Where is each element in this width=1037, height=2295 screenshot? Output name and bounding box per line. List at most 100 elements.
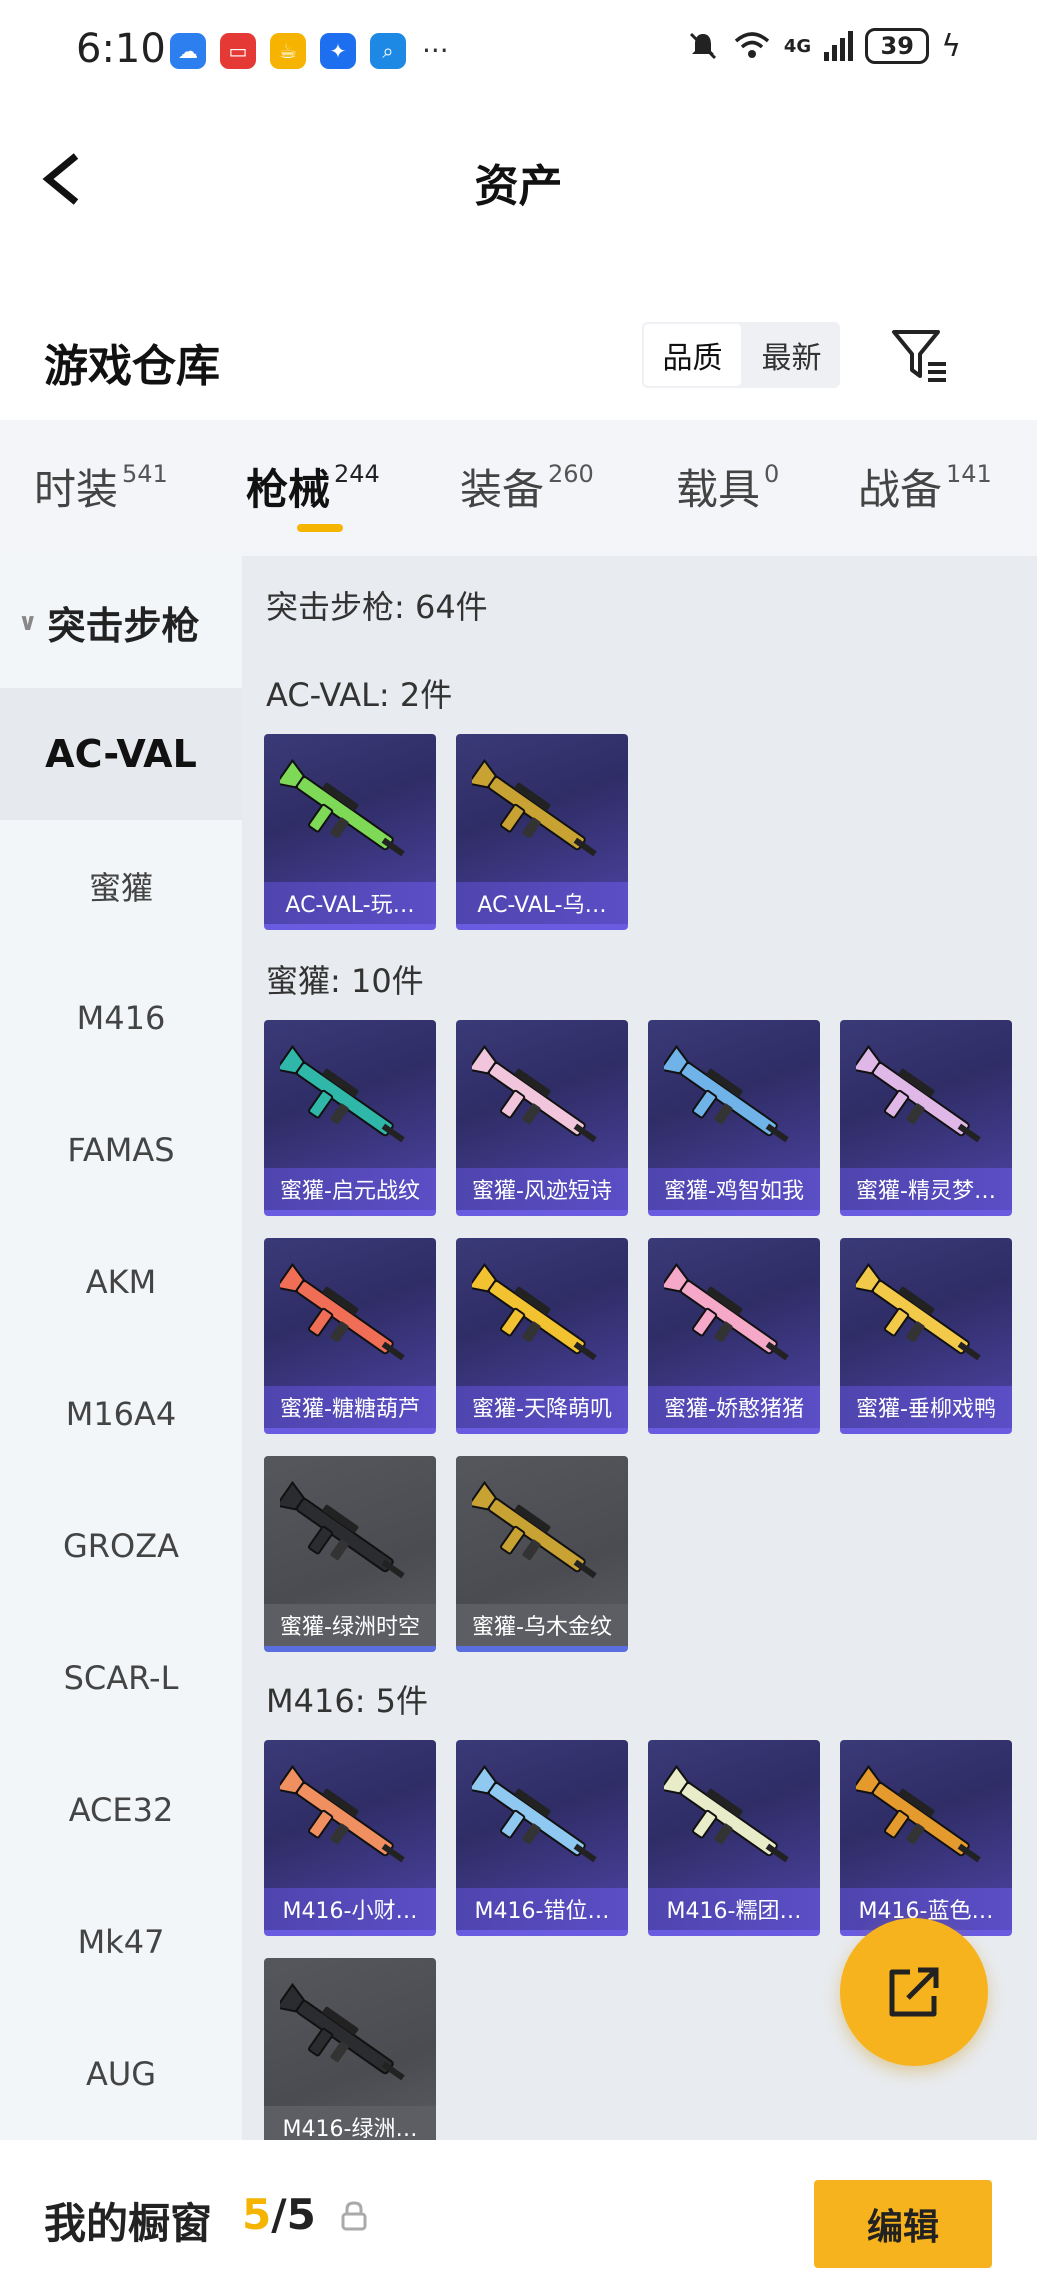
warehouse-row: 游戏仓库 品质 最新: [0, 300, 1037, 420]
tab-equipment[interactable]: 装备 260: [460, 456, 594, 517]
weapon-card-label: M416-错位…: [456, 1888, 628, 1930]
weapon-card-label: 蜜獾-精灵梦…: [840, 1168, 1012, 1210]
rifle-icon: [280, 758, 405, 857]
weapon-card-label: 蜜獾-风迹短诗: [456, 1168, 628, 1210]
weapon-card[interactable]: 蜜獾-娇憨猪猪: [648, 1238, 820, 1434]
weapon-card-label: 蜜獾-天降萌叽: [456, 1386, 628, 1428]
weapon-card[interactable]: 蜜獾-垂柳戏鸭: [840, 1238, 1012, 1434]
sidebar-item-acval[interactable]: AC-VAL: [0, 688, 242, 820]
rifle-icon: [856, 1262, 981, 1361]
app-header: 资产: [0, 100, 1037, 250]
weapon-card[interactable]: M416-蓝色…: [840, 1740, 1012, 1936]
rifle-icon: [280, 1044, 405, 1143]
weapon-card[interactable]: 蜜獾-精灵梦…: [840, 1020, 1012, 1216]
sidebar-item-akm[interactable]: AKM: [0, 1216, 242, 1348]
weapon-sidebar: ∨ 突击步枪 AC-VAL 蜜獾 M416 FAMAS AKM M16A4 GR…: [0, 556, 242, 2140]
signal-icon: [824, 31, 854, 61]
charging-icon: ϟ: [941, 28, 961, 64]
weapon-grid: 突击步枪: 64件 AC-VAL: 2件 AC-VAL-玩… AC-VAL-乌……: [242, 556, 1037, 2140]
showcase-total: /5: [271, 2190, 316, 2239]
tab-label: 载具: [676, 465, 761, 514]
tab-firearms[interactable]: 枪械 244: [246, 456, 380, 517]
sidebar-group-assault-rifles[interactable]: ∨ 突击步枪: [0, 556, 242, 688]
edit-button[interactable]: 编辑: [814, 2180, 992, 2268]
weapon-card-label: 蜜獾-启元战纹: [264, 1168, 436, 1210]
weapon-card[interactable]: M416-绿洲…: [264, 1958, 436, 2140]
status-app-icons: ☁ ▭ ☕ ✦ ⌕ ···: [170, 33, 449, 69]
weapon-card-label: 蜜獾-糖糖葫芦: [264, 1386, 436, 1428]
lock-icon: [341, 2201, 367, 2231]
weapon-card[interactable]: AC-VAL-乌…: [456, 734, 628, 930]
sidebar-item-groza[interactable]: GROZA: [0, 1480, 242, 1612]
section-label-honey-badger: 蜜獾: 10件: [266, 962, 424, 1000]
rifle-icon: [472, 1044, 597, 1143]
red-app-icon: ▭: [220, 33, 256, 69]
weapon-card-label: AC-VAL-乌…: [456, 882, 628, 924]
tab-label: 时装: [34, 465, 119, 514]
share-fab[interactable]: [840, 1918, 988, 2066]
cup-app-icon: ☕: [270, 33, 306, 69]
showcase-count: 5/5: [242, 2190, 316, 2239]
weapon-card[interactable]: 蜜獾-鸡智如我: [648, 1020, 820, 1216]
external-link-icon: [889, 1967, 939, 2017]
active-tab-indicator: [297, 524, 343, 532]
status-time: 6:10: [76, 26, 166, 72]
sidebar-item-famas[interactable]: FAMAS: [0, 1084, 242, 1216]
battery-level: 39: [880, 32, 914, 60]
rifle-icon: [280, 1982, 405, 2081]
sidebar-item-mk47[interactable]: Mk47: [0, 1876, 242, 2008]
rifle-icon: [280, 1262, 405, 1361]
sidebar-item-aug[interactable]: AUG: [0, 2008, 242, 2140]
battery-indicator: 39: [865, 28, 930, 64]
tab-label: 枪械: [246, 465, 331, 514]
showcase-current: 5: [242, 2190, 272, 2239]
bulb-app-icon: ✦: [320, 33, 356, 69]
sidebar-item-ace32[interactable]: ACE32: [0, 1744, 242, 1876]
status-indicators: 4G 39 ϟ: [686, 28, 961, 64]
weapon-card[interactable]: M416-糯团…: [648, 1740, 820, 1936]
showcase-bar: 我的橱窗 5/5 编辑: [0, 2140, 1037, 2295]
network-type: 4G: [783, 35, 812, 57]
sidebar-item-m16a4[interactable]: M16A4: [0, 1348, 242, 1480]
section-label-m416: M416: 5件: [266, 1682, 429, 1720]
tab-count: 244: [334, 460, 380, 488]
chevron-down-icon: ∨: [18, 608, 38, 636]
filter-icon[interactable]: [890, 324, 950, 384]
tab-fashion[interactable]: 时装 541: [34, 456, 168, 517]
sidebar-item-m416[interactable]: M416: [0, 952, 242, 1084]
weapon-card-label: 蜜獾-绿洲时空: [264, 1604, 436, 1646]
rifle-icon: [472, 1764, 597, 1863]
warehouse-title: 游戏仓库: [44, 341, 220, 392]
weapon-card[interactable]: M416-小财…: [264, 1740, 436, 1936]
page-title: 资产: [474, 161, 563, 212]
weapon-card[interactable]: 蜜獾-风迹短诗: [456, 1020, 628, 1216]
weapon-card-label: M416-绿洲…: [264, 2106, 436, 2140]
sort-quality-option[interactable]: 品质: [642, 322, 743, 388]
weapon-card-label: M416-小财…: [264, 1888, 436, 1930]
weapon-card[interactable]: 蜜獾-启元战纹: [264, 1020, 436, 1216]
section-label-acval: AC-VAL: 2件: [266, 676, 453, 714]
mute-bell-icon: [689, 32, 716, 60]
tab-label: 战备: [858, 465, 943, 514]
tab-vehicles[interactable]: 载具 0: [676, 456, 779, 517]
rifle-icon: [856, 1044, 981, 1143]
tab-label: 装备: [460, 465, 545, 514]
search-app-icon: ⌕: [370, 33, 406, 69]
weapon-card[interactable]: AC-VAL-玩…: [264, 734, 436, 930]
weapon-card-label: 蜜獾-鸡智如我: [648, 1168, 820, 1210]
sort-newest-option[interactable]: 最新: [743, 322, 840, 388]
tab-supplies[interactable]: 战备 141: [858, 456, 992, 517]
sort-toggle: 品质 最新: [642, 322, 840, 388]
weapon-card[interactable]: 蜜獾-乌木金纹: [456, 1456, 628, 1652]
sidebar-item-scarl[interactable]: SCAR-L: [0, 1612, 242, 1744]
weapon-card-label: M416-糯团…: [648, 1888, 820, 1930]
weapon-card-label: AC-VAL-玩…: [264, 882, 436, 924]
tab-count: 541: [122, 460, 168, 488]
weapon-card[interactable]: 蜜獾-糖糖葫芦: [264, 1238, 436, 1434]
weapon-card[interactable]: 蜜獾-天降萌叽: [456, 1238, 628, 1434]
weapon-card[interactable]: M416-错位…: [456, 1740, 628, 1936]
rifle-icon: [472, 758, 597, 857]
rifle-icon: [664, 1044, 789, 1143]
weapon-card[interactable]: 蜜獾-绿洲时空: [264, 1456, 436, 1652]
sidebar-item-honey-badger[interactable]: 蜜獾: [0, 820, 242, 952]
